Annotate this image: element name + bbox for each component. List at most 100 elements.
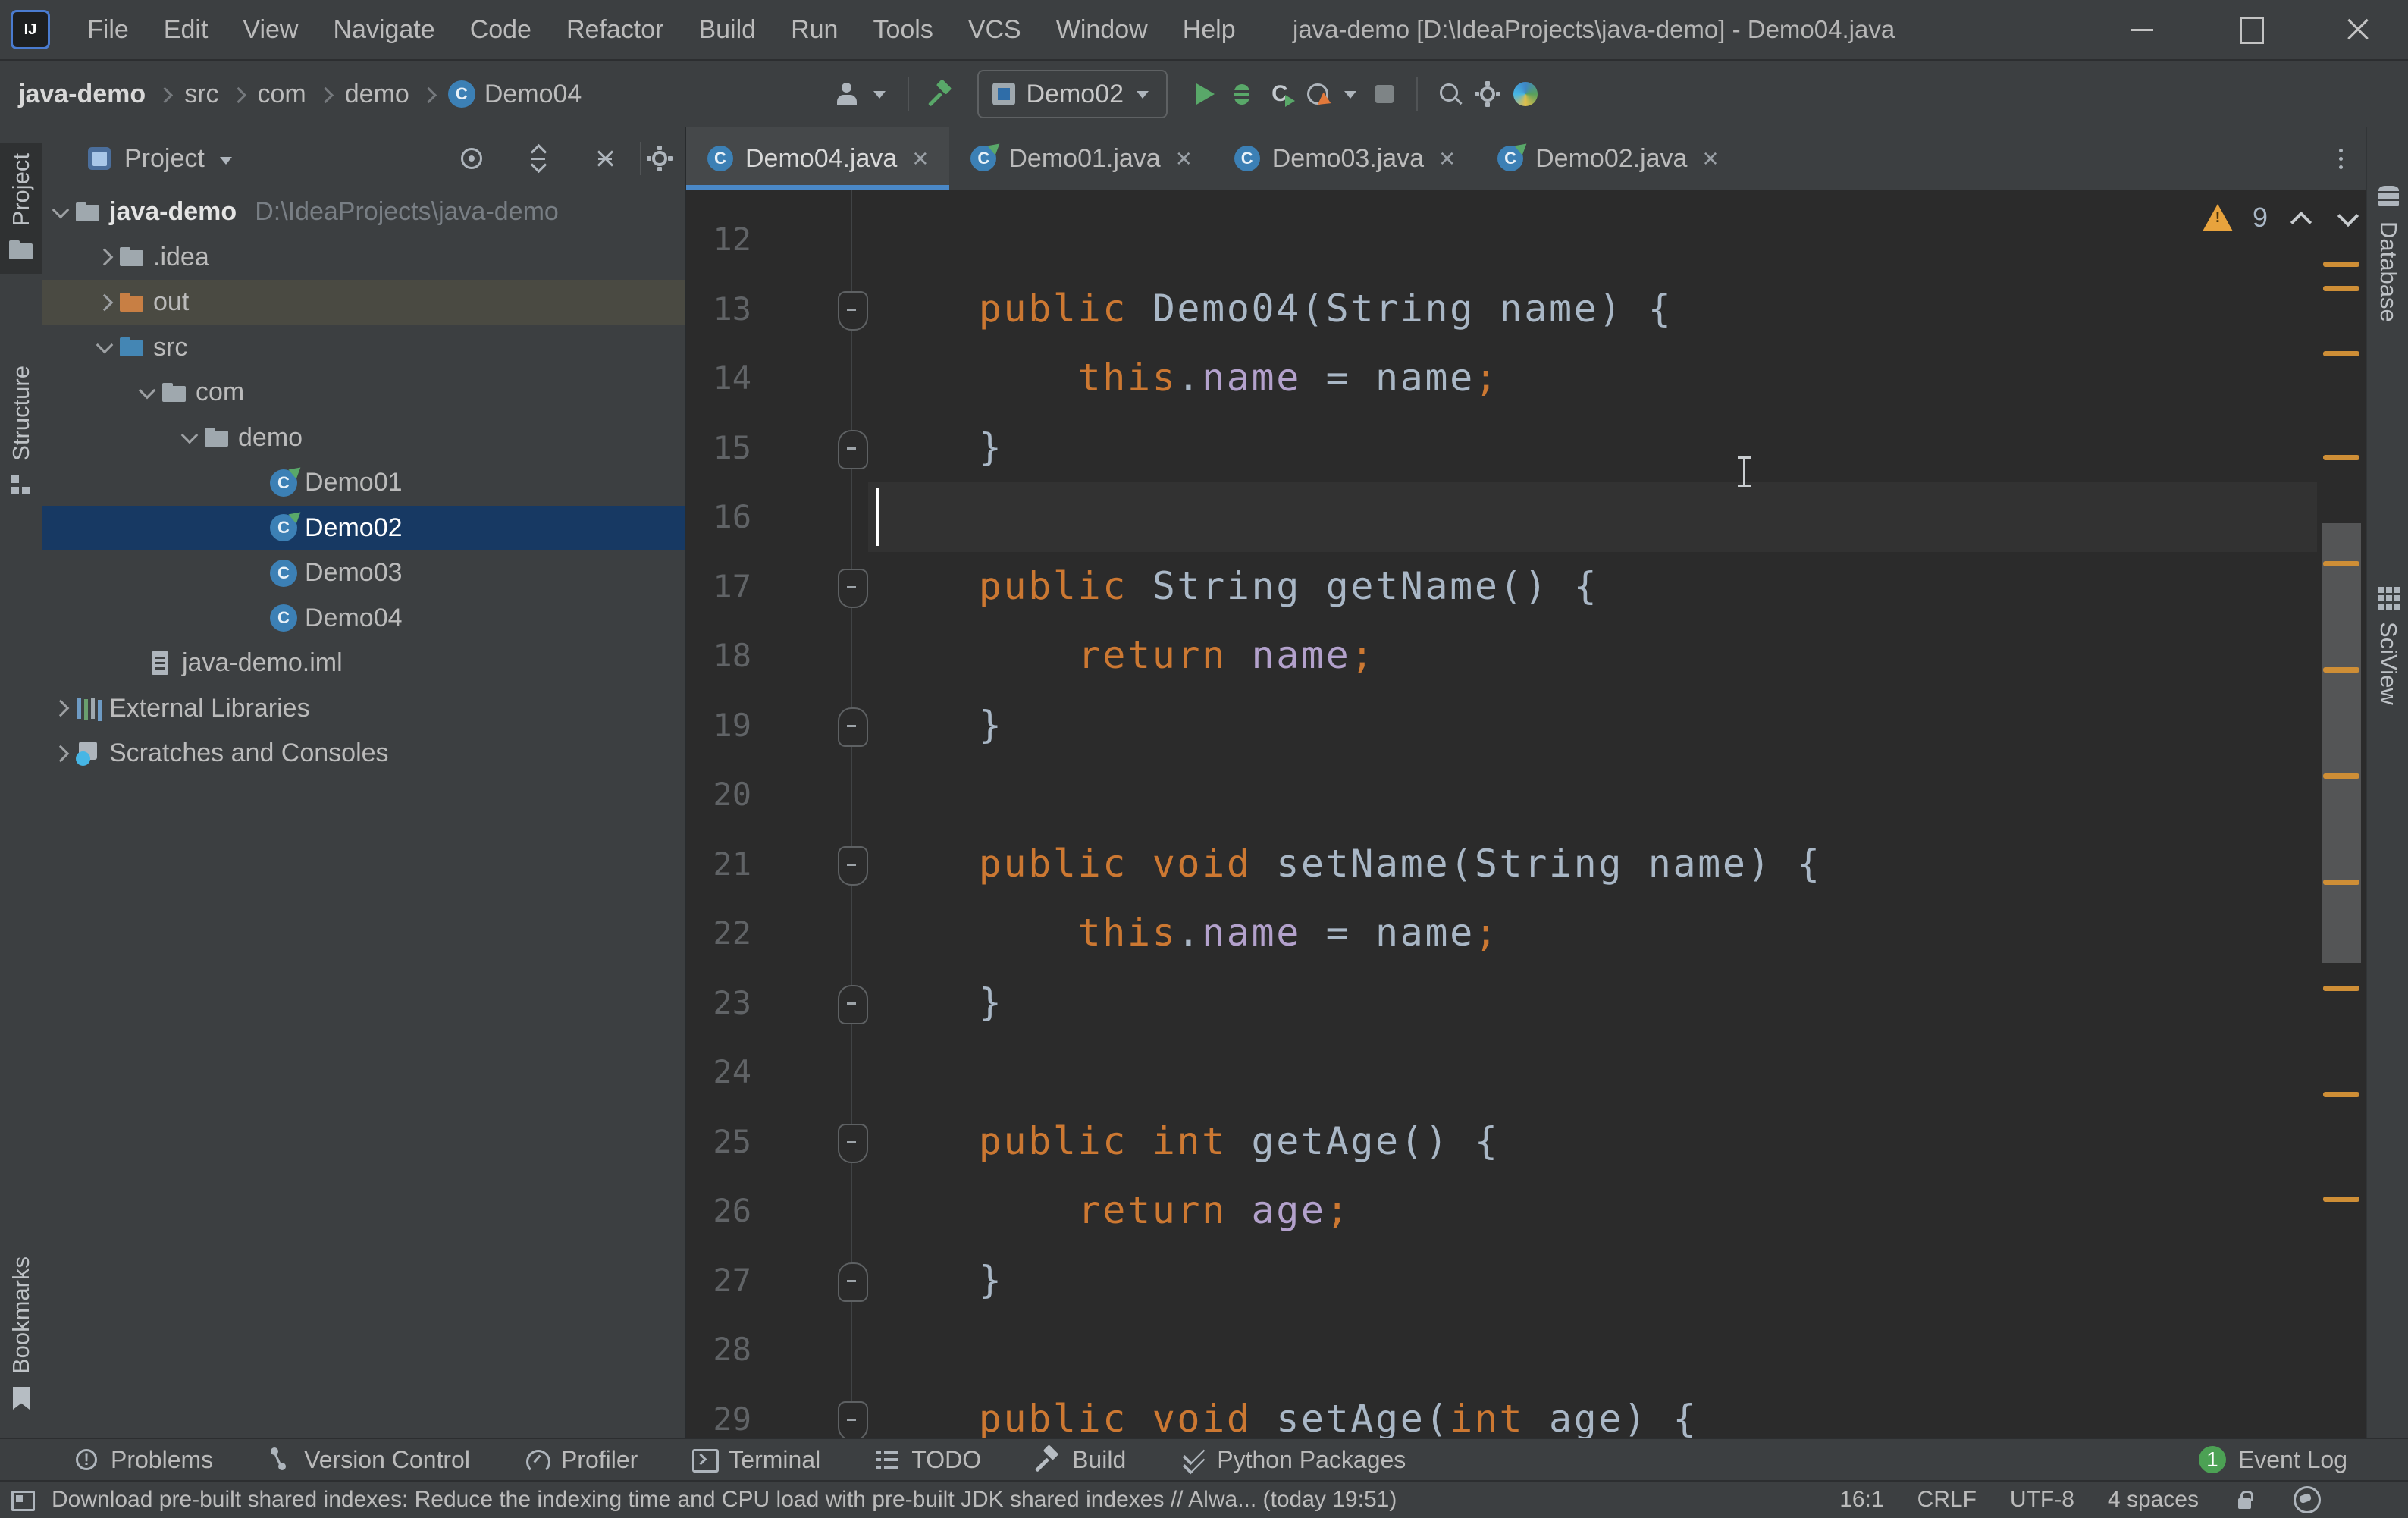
code-editor[interactable]: 1213public Demo04(String name) {14this.n… — [686, 190, 2366, 1438]
breadcrumb-item-java-demo[interactable]: java-demo — [18, 80, 146, 109]
fold-start-marker[interactable] — [838, 1401, 868, 1438]
tree-item-com[interactable]: com — [42, 370, 685, 416]
tool-window-button-build[interactable]: Build — [1034, 1446, 1126, 1474]
stripe-item-project[interactable]: Project — [0, 143, 42, 274]
stop-button[interactable] — [1371, 80, 1398, 108]
chevron-down-icon[interactable] — [52, 201, 70, 218]
locate-file-icon[interactable] — [458, 145, 485, 172]
tree-item-scratches-and-consoles[interactable]: Scratches and Consoles — [42, 731, 685, 776]
status-message[interactable]: Download pre-built shared indexes: Reduc… — [52, 1487, 1397, 1513]
close-icon[interactable]: × — [912, 145, 928, 172]
close-icon[interactable]: × — [1439, 145, 1455, 172]
line-separator-widget[interactable]: CRLF — [1917, 1487, 1977, 1513]
tree-item-demo[interactable]: demo — [42, 416, 685, 461]
run-button[interactable] — [1190, 80, 1218, 108]
menu-help[interactable]: Help — [1165, 1, 1253, 58]
user-dropdown-icon[interactable] — [871, 80, 889, 108]
user-icon[interactable] — [833, 80, 861, 108]
previous-warning-icon[interactable] — [2287, 204, 2315, 231]
coverage-button[interactable] — [1266, 80, 1293, 108]
lock-icon[interactable] — [2232, 1487, 2258, 1513]
close-icon[interactable]: × — [1176, 145, 1192, 172]
menu-code[interactable]: Code — [453, 1, 549, 58]
chevron-right-icon[interactable] — [96, 249, 114, 266]
breadcrumb-item-src[interactable]: src — [184, 80, 218, 109]
stripe-item-bookmarks[interactable]: Bookmarks — [0, 1246, 42, 1422]
menu-view[interactable]: View — [225, 1, 315, 58]
menu-refactor[interactable]: Refactor — [549, 1, 682, 58]
tool-window-button-todo[interactable]: TODO — [873, 1446, 981, 1474]
event-log-button[interactable]: 1 Event Log — [2199, 1446, 2347, 1474]
ide-globe-icon[interactable] — [1512, 80, 1539, 108]
tool-window-button-profiler[interactable]: Profiler — [523, 1446, 638, 1474]
kebab-icon[interactable] — [2328, 146, 2355, 173]
stripe-item-structure[interactable]: Structure — [0, 355, 42, 510]
fold-start-marker[interactable] — [838, 846, 868, 886]
close-icon[interactable]: × — [1702, 145, 1718, 172]
menu-build[interactable]: Build — [681, 1, 773, 58]
profiler-button[interactable] — [1304, 80, 1331, 108]
status-widget-icon[interactable] — [2291, 1484, 2323, 1516]
tab-demo02-java[interactable]: Demo02.java× — [1476, 127, 1739, 190]
tool-window-toggle-icon[interactable] — [9, 1487, 35, 1513]
fold-end-marker[interactable] — [838, 1262, 868, 1302]
caret-position-widget[interactable]: 16:1 — [1839, 1487, 1883, 1513]
minimize-button[interactable] — [2108, 0, 2176, 58]
stripe-item-sciview[interactable]: SciView — [2367, 573, 2408, 716]
chevron-right-icon[interactable] — [52, 745, 70, 762]
profiler-dropdown-icon[interactable] — [1342, 80, 1360, 108]
encoding-widget[interactable]: UTF-8 — [2010, 1487, 2074, 1513]
collapse-all-icon[interactable] — [591, 145, 619, 172]
tree-item-src[interactable]: src — [42, 325, 685, 371]
chevron-right-icon[interactable] — [52, 700, 70, 717]
search-icon[interactable] — [1436, 80, 1463, 108]
tree-item-demo03[interactable]: Demo03 — [42, 550, 685, 596]
tree-item-demo04[interactable]: Demo04 — [42, 596, 685, 641]
breadcrumb-item-com[interactable]: com — [258, 80, 306, 109]
maximize-button[interactable] — [2217, 0, 2285, 58]
tree-item-demo01[interactable]: Demo01 — [42, 460, 685, 506]
tree-item-java-demo-iml[interactable]: java-demo.iml — [42, 641, 685, 686]
tree-item-java-demo[interactable]: java-demoD:\IdeaProjects\java-demo — [42, 190, 685, 235]
fold-start-marker[interactable] — [838, 1124, 868, 1163]
tool-window-button-version-control[interactable]: Version Control — [266, 1446, 470, 1474]
project-panel-title[interactable]: Project — [124, 144, 205, 174]
indent-widget[interactable]: 4 spaces — [2108, 1487, 2199, 1513]
stripe-item-database[interactable]: Database — [2367, 173, 2408, 333]
scrollbar-thumb[interactable] — [2322, 523, 2361, 963]
build-hammer-icon[interactable] — [927, 80, 955, 108]
run-configuration-select[interactable]: Demo02 — [977, 70, 1168, 118]
menu-edit[interactable]: Edit — [146, 1, 226, 58]
menu-tools[interactable]: Tools — [855, 1, 950, 58]
fold-start-marker[interactable] — [838, 291, 868, 331]
tab-demo01-java[interactable]: Demo01.java× — [949, 127, 1212, 190]
tree-item-out[interactable]: out — [42, 280, 685, 325]
tree-item-demo02[interactable]: Demo02 — [42, 506, 685, 551]
chevron-down-icon[interactable] — [139, 381, 156, 399]
menu-vcs[interactable]: VCS — [951, 1, 1039, 58]
menu-window[interactable]: Window — [1039, 1, 1165, 58]
close-button[interactable] — [2323, 0, 2391, 58]
chevron-down-icon[interactable] — [96, 337, 114, 354]
tool-window-button-problems[interactable]: Problems — [73, 1446, 213, 1474]
debug-button[interactable] — [1228, 80, 1256, 108]
breadcrumb-item-demo04[interactable]: Demo04 — [448, 80, 582, 109]
fold-end-marker[interactable] — [838, 707, 868, 747]
expand-all-icon[interactable] — [525, 145, 552, 172]
settings-gear-icon[interactable] — [1474, 80, 1501, 108]
chevron-down-icon[interactable] — [220, 157, 232, 165]
fold-end-marker[interactable] — [838, 985, 868, 1024]
fold-start-marker[interactable] — [838, 569, 868, 608]
fold-end-marker[interactable] — [838, 430, 868, 469]
panel-options-gear-icon[interactable] — [646, 145, 673, 172]
breadcrumb-item-demo[interactable]: demo — [345, 80, 409, 109]
menu-run[interactable]: Run — [773, 1, 855, 58]
tab-demo03-java[interactable]: Demo03.java× — [1213, 127, 1476, 190]
chevron-right-icon[interactable] — [96, 293, 114, 311]
tool-window-button-python-packages[interactable]: Python Packages — [1179, 1446, 1406, 1474]
chevron-down-icon[interactable] — [181, 427, 199, 444]
tool-window-button-terminal[interactable]: Terminal — [691, 1446, 820, 1474]
error-stripe[interactable] — [2317, 190, 2366, 1438]
menu-file[interactable]: File — [70, 1, 146, 58]
tab-demo04-java[interactable]: Demo04.java× — [686, 127, 949, 190]
